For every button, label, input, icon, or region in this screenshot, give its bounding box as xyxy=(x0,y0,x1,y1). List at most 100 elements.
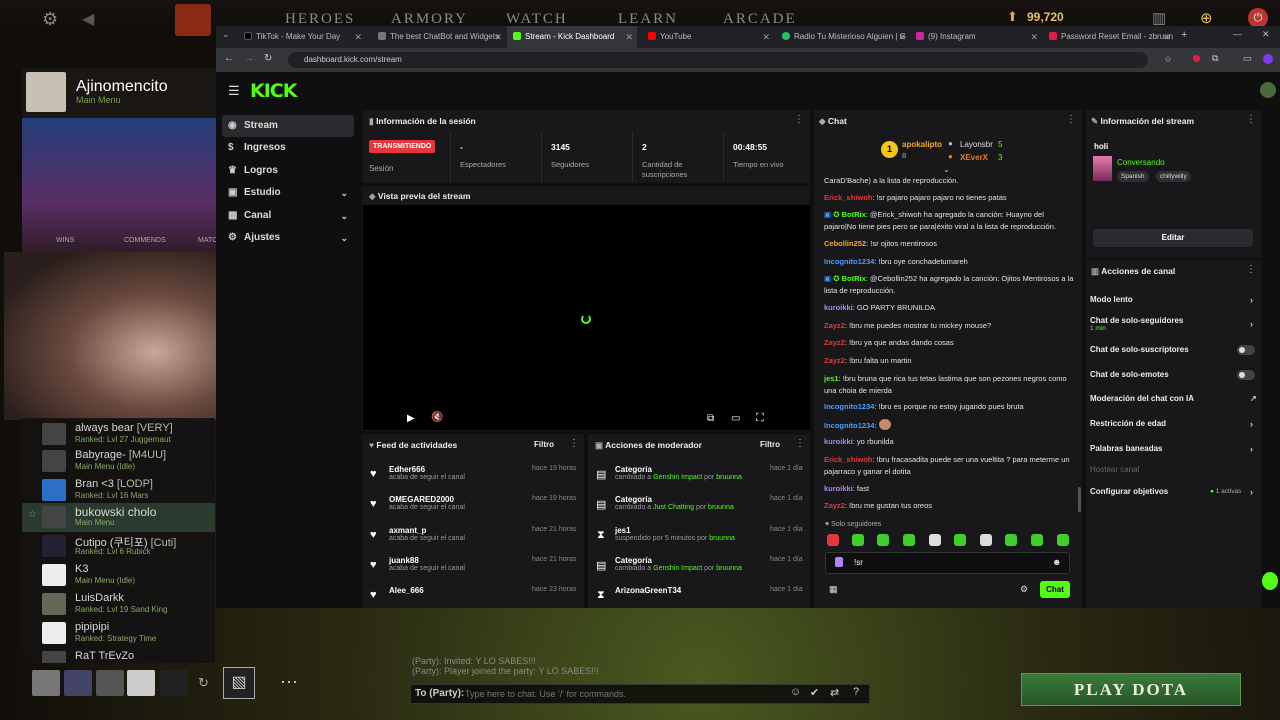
chat-username[interactable]: Zayz2 xyxy=(824,321,845,330)
party-avatar[interactable] xyxy=(96,670,124,696)
guild-icon[interactable]: ▧ xyxy=(223,667,255,699)
tab-kick-dashboard[interactable]: Stream - Kick Dashboard ✕ xyxy=(507,26,637,48)
help-icon[interactable]: ? xyxy=(853,686,859,698)
more-icon[interactable]: ⋮ xyxy=(1246,264,1256,275)
close-icon[interactable]: ✕ xyxy=(494,26,502,48)
action-followers-only[interactable]: Chat de solo-seguidores › 1 min xyxy=(1090,316,1253,332)
chat-username[interactable]: Erick_shiwoh xyxy=(824,455,872,464)
more-icon[interactable]: ⋮ xyxy=(1246,114,1256,125)
support-icon[interactable] xyxy=(1262,572,1278,590)
chat-username[interactable]: jes1 xyxy=(824,374,839,383)
party-avatar[interactable] xyxy=(64,670,92,696)
leader-name[interactable]: XEverX xyxy=(960,153,988,162)
more-icon[interactable]: ⋮ xyxy=(1066,114,1076,125)
plus-icon[interactable]: ⊕ xyxy=(1200,9,1213,27)
close-icon[interactable]: ✕ xyxy=(1163,26,1171,48)
new-tab-icon[interactable]: + xyxy=(1181,29,1187,41)
leader-name[interactable]: apokalipto xyxy=(902,140,942,149)
chat-username[interactable]: kuroikki xyxy=(824,303,853,312)
chat-input-value[interactable]: !sr xyxy=(854,558,863,567)
emote-icon[interactable] xyxy=(1057,534,1069,546)
action-slow-mode[interactable]: Modo lento › xyxy=(1090,295,1253,305)
leader-name[interactable]: Layonsbr xyxy=(960,140,993,149)
more-icon[interactable]: ⋮ xyxy=(795,438,805,449)
close-icon[interactable]: ✕ xyxy=(898,26,906,48)
mod-item-category[interactable]: Genshin Impact xyxy=(653,474,702,481)
category-name[interactable]: Conversando xyxy=(1117,158,1165,167)
profile-avatar-icon[interactable] xyxy=(1263,54,1273,64)
more-icon[interactable]: ⋮ xyxy=(794,114,804,125)
star-icon[interactable]: ☆ xyxy=(28,509,37,520)
emote-icon[interactable] xyxy=(827,534,839,546)
action-subs-only[interactable]: Chat de solo-suscriptores xyxy=(1090,345,1189,354)
chat-username[interactable]: kuroikki xyxy=(824,484,853,493)
action-ai-moderation[interactable]: Moderación del chat con IA ↗ xyxy=(1090,394,1257,403)
emote-icon[interactable] xyxy=(1031,534,1043,546)
chat-username[interactable]: Cebollin252 xyxy=(824,239,866,248)
chat-username[interactable]: kuroikki xyxy=(824,437,853,446)
close-icon[interactable]: ✕ xyxy=(625,26,633,48)
emote-icon[interactable] xyxy=(929,534,941,546)
settings-gear-icon[interactable]: ⚙ xyxy=(42,9,58,30)
bars-icon[interactable]: ▥ xyxy=(1152,9,1166,27)
puzzle-icon[interactable]: ⧉ xyxy=(1212,53,1218,64)
friend-item[interactable]: Cutipo (쿠티포) [Cuti] Ranked: Lvl 6 Rubick xyxy=(22,532,215,561)
sidebar-item-canal[interactable]: ▦ Canal ⌄ xyxy=(222,205,354,227)
menu-icon[interactable]: ☰ xyxy=(228,83,240,99)
chat-username[interactable]: BotRix xyxy=(842,274,866,283)
close-icon[interactable]: ✕ xyxy=(1030,26,1038,48)
party-avatar-empty[interactable] xyxy=(160,670,188,696)
dota-chat-input[interactable]: Type here to chat. Use '/' for commands. xyxy=(465,689,626,699)
chat-username[interactable]: Zayz2 xyxy=(824,501,845,510)
sidebar-item-logros[interactable]: ♛ Logros xyxy=(222,160,354,182)
more-icon[interactable]: ⋮ xyxy=(569,438,579,449)
chat-username[interactable]: Zayz2 xyxy=(824,338,845,347)
fullscreen-icon[interactable]: ⛶ xyxy=(756,412,764,425)
friend-item[interactable]: Babyrage- [M4UU] Main Menu (Idle) xyxy=(22,447,215,476)
sidebar-item-ajustes[interactable]: ⚙ Ajustes ⌄ xyxy=(222,227,354,249)
chat-username[interactable]: Incognito1234 xyxy=(824,402,874,411)
feed-filter-button[interactable]: Filtro xyxy=(534,440,554,449)
close-icon[interactable]: ✕ xyxy=(762,26,770,48)
back-arrow-icon[interactable]: ◀ xyxy=(82,9,94,29)
friend-item[interactable]: LuisDarkk Ranked: Lvl 19 Sand King xyxy=(22,590,215,619)
play-icon[interactable]: ▶ xyxy=(407,413,415,424)
power-icon[interactable]: ⏻ xyxy=(1248,8,1268,28)
mod-item-user[interactable]: bruunna xyxy=(716,565,742,572)
gift-icon[interactable]: ▦ xyxy=(829,584,838,595)
tab-search-icon[interactable]: ⌄ xyxy=(222,29,230,40)
forward-icon[interactable]: → xyxy=(244,53,254,64)
chat-username[interactable]: BotRix xyxy=(842,210,866,219)
theater-icon[interactable]: ▭ xyxy=(731,413,740,424)
extension-icon[interactable] xyxy=(1193,55,1200,62)
action-age-restriction[interactable]: Restricción de edad › xyxy=(1090,419,1253,429)
emotes-only-toggle[interactable] xyxy=(1237,370,1255,380)
friend-item[interactable]: pipipipi Ranked: Strategy Time xyxy=(22,619,215,648)
emoji-picker-icon[interactable]: ☻ xyxy=(1052,557,1061,567)
friend-item[interactable]: RaT TrEvZo xyxy=(22,648,215,663)
close-icon[interactable]: ✕ xyxy=(354,26,362,48)
sidebar-item-estudio[interactable]: ▣ Estudio ⌄ xyxy=(222,182,354,204)
emote-icon[interactable] xyxy=(903,534,915,546)
tab-instagram[interactable]: (9) Instagram ✕ xyxy=(910,26,1042,48)
close-window-icon[interactable]: ✕ xyxy=(1262,29,1270,40)
action-configure-goals[interactable]: Configurar objetivos ● 1 activas › xyxy=(1090,487,1253,497)
friend-item-selected[interactable]: ☆ bukowski cholo Main Menu xyxy=(22,503,215,532)
emote-icon[interactable] xyxy=(852,534,864,546)
chat-bubbles-icon[interactable]: ⋯ xyxy=(280,672,298,693)
back-icon[interactable]: ← xyxy=(224,53,234,64)
emote-icon[interactable] xyxy=(1005,534,1017,546)
tag[interactable]: chillywilly xyxy=(1156,171,1191,182)
pip-icon[interactable]: ⧉ xyxy=(707,413,714,424)
chat-username[interactable]: Incognito1234 xyxy=(824,257,874,266)
tab-tiktok[interactable]: TikTok - Make Your Day ✕ xyxy=(238,26,366,48)
kick-logo[interactable]: KICK xyxy=(250,80,297,102)
dota-logo-icon[interactable] xyxy=(175,4,211,36)
friend-item[interactable]: Bran <3 [LODP] Ranked: Lvl 16 Mars xyxy=(22,476,215,505)
action-emotes-only[interactable]: Chat de solo-emotes xyxy=(1090,370,1169,379)
emote-icon[interactable] xyxy=(877,534,889,546)
tag[interactable]: Spanish xyxy=(1117,171,1149,182)
mod-item-user[interactable]: bruunna xyxy=(716,474,742,481)
check-icon[interactable]: ✔ xyxy=(810,686,819,699)
tab-password-reset[interactable]: Password Reset Email - zbruun ✕ xyxy=(1043,26,1175,48)
